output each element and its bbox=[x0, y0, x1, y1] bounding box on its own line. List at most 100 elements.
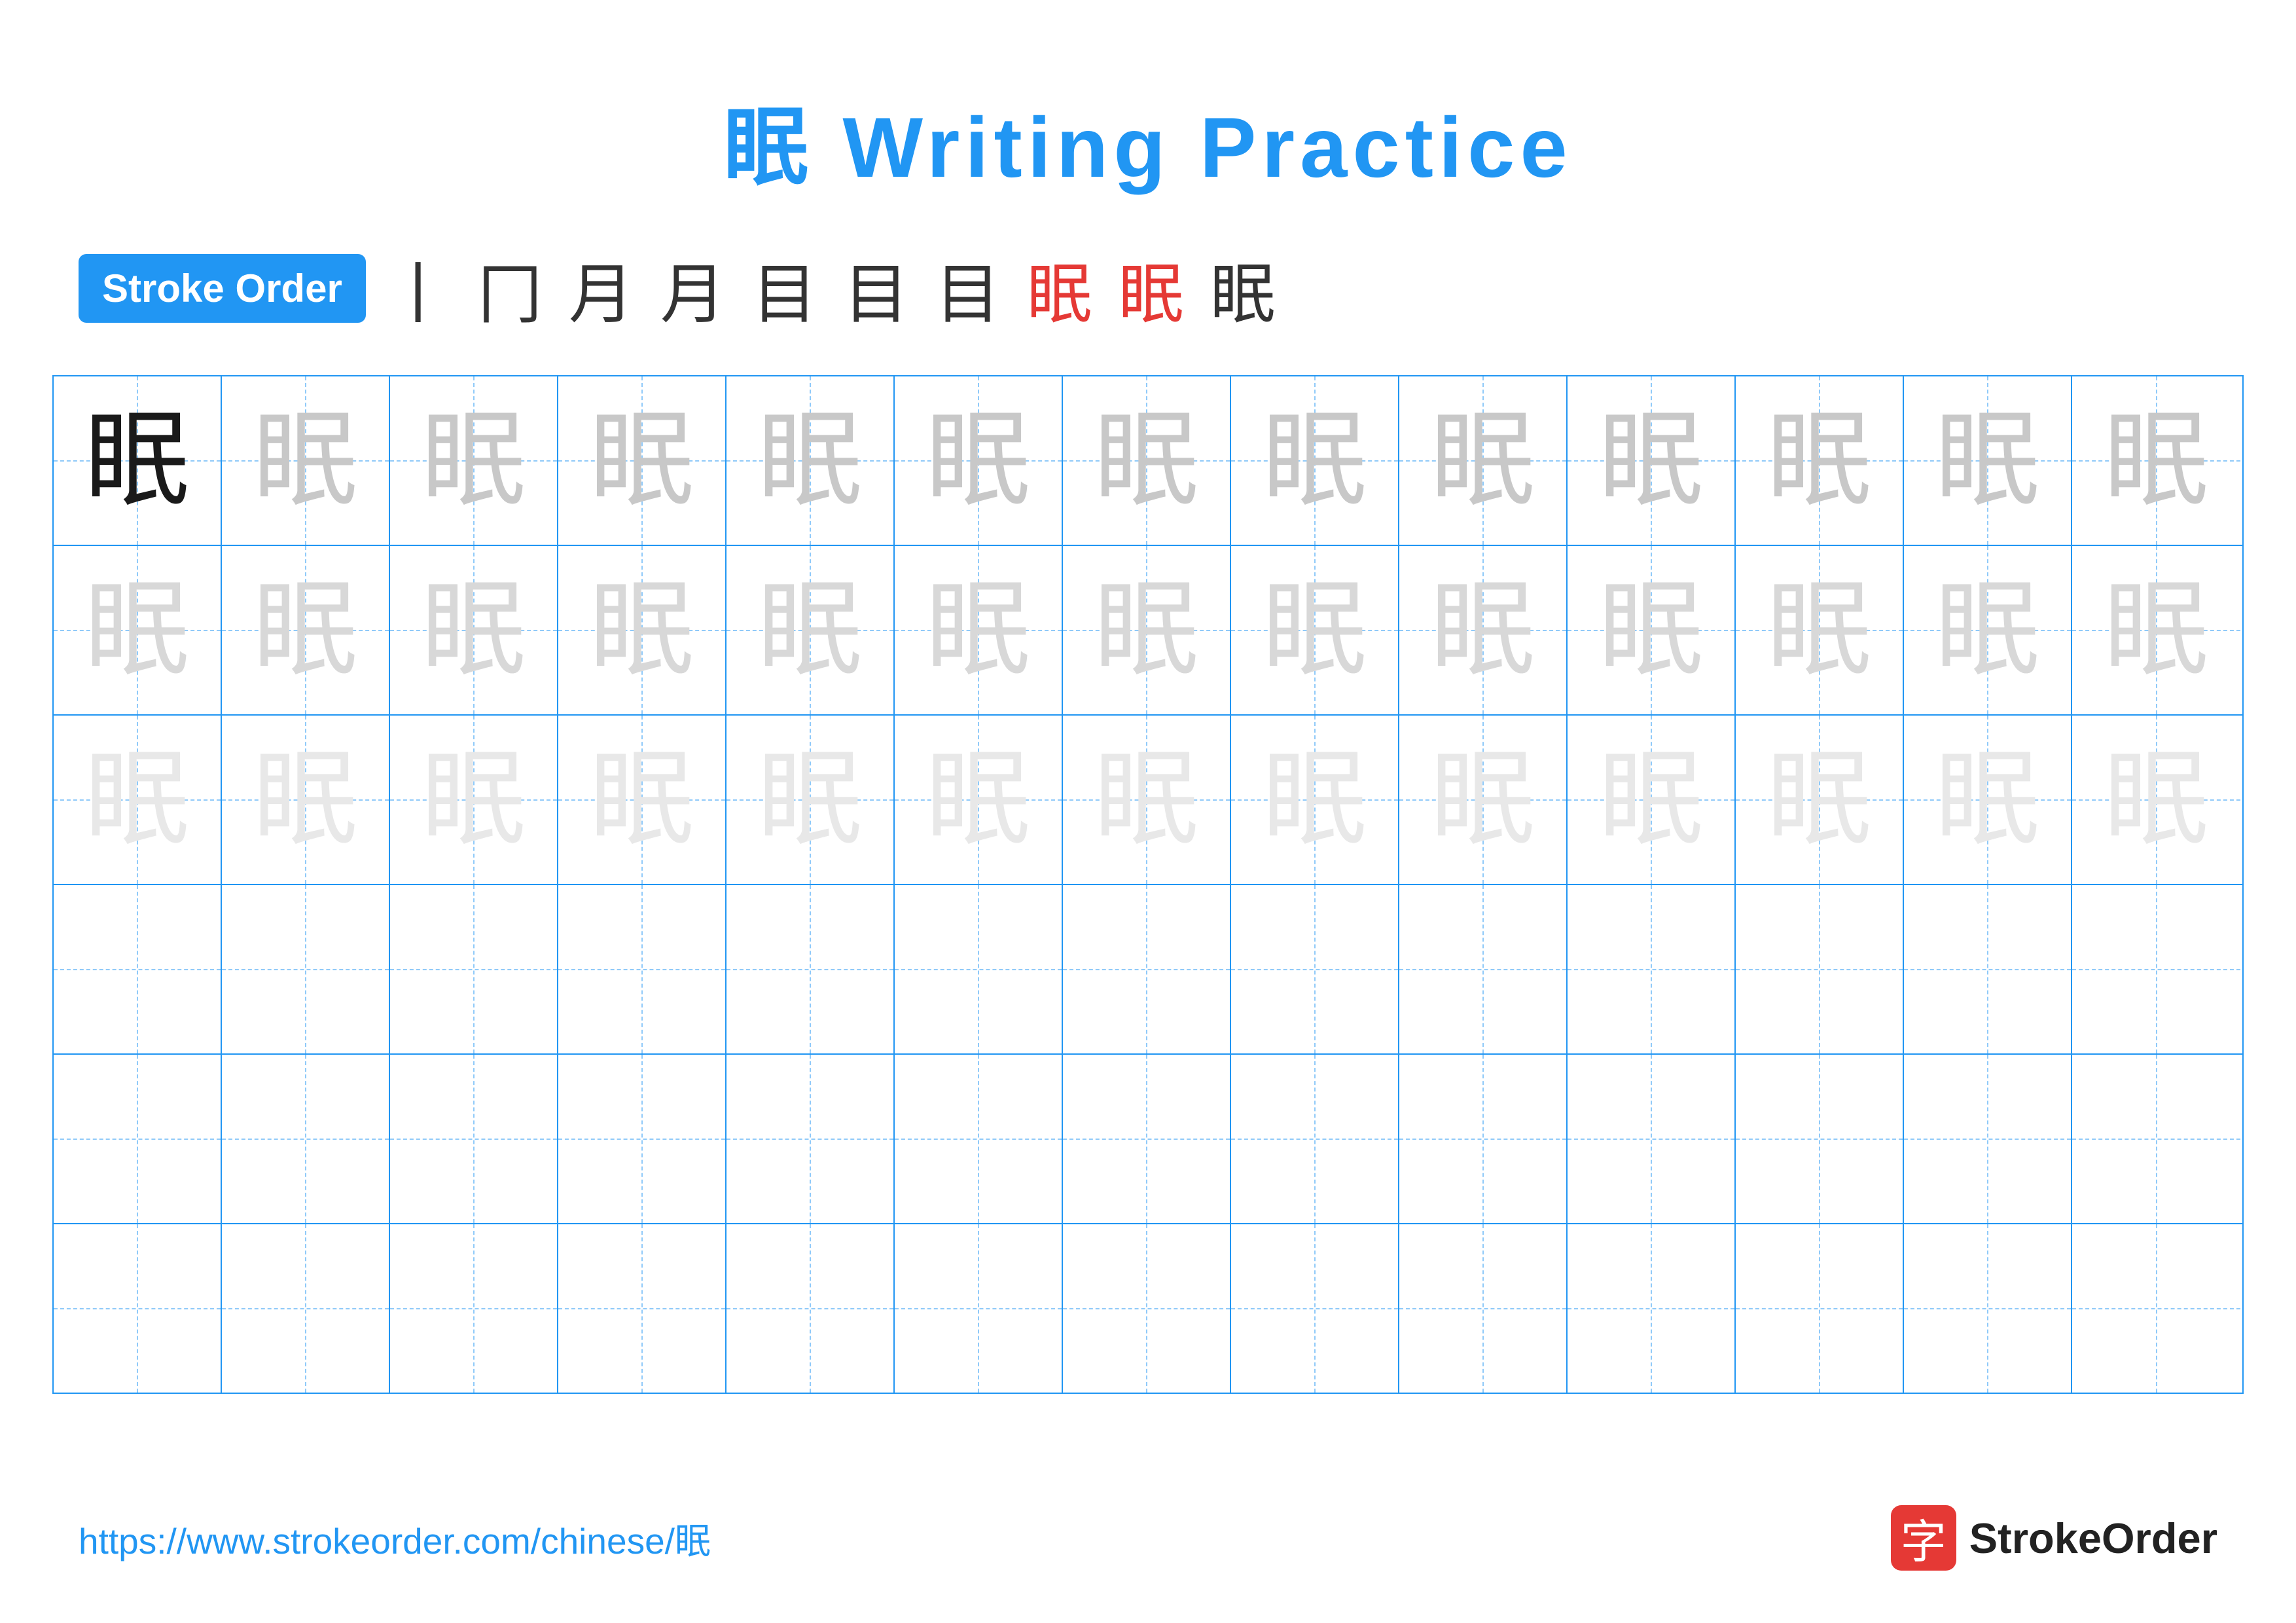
grid-cell-r3c12: 眠 bbox=[1904, 716, 2072, 884]
grid-cell-r5c7[interactable] bbox=[1063, 1055, 1231, 1223]
grid-cell-r6c3[interactable] bbox=[390, 1224, 558, 1393]
footer-brand: 字 StrokeOrder bbox=[1891, 1505, 2217, 1571]
grid-cell-r6c6[interactable] bbox=[895, 1224, 1063, 1393]
stroke-6: 目 bbox=[844, 241, 909, 336]
grid-cell-r4c5[interactable] bbox=[726, 885, 895, 1053]
grid-cell-r1c7: 眠 bbox=[1063, 376, 1231, 545]
grid-cell-r2c8: 眠 bbox=[1231, 546, 1399, 714]
grid-row-2: 眠 眠 眠 眠 眠 眠 眠 眠 眠 眠 眠 眠 眠 bbox=[54, 546, 2242, 716]
grid-cell-r6c10[interactable] bbox=[1568, 1224, 1736, 1393]
grid-cell-r6c13[interactable] bbox=[2072, 1224, 2240, 1393]
grid-cell-r5c10[interactable] bbox=[1568, 1055, 1736, 1223]
grid-cell-r3c4: 眠 bbox=[558, 716, 726, 884]
stroke-10: 眠 bbox=[1210, 241, 1276, 336]
grid-cell-r5c8[interactable] bbox=[1231, 1055, 1399, 1223]
grid-cell-r5c9[interactable] bbox=[1399, 1055, 1568, 1223]
footer-url: https://www.strokeorder.com/chinese/眠 bbox=[79, 1512, 711, 1564]
brand-name: StrokeOrder bbox=[1969, 1514, 2217, 1563]
grid-cell-r6c5[interactable] bbox=[726, 1224, 895, 1393]
grid-cell-r5c11[interactable] bbox=[1736, 1055, 1904, 1223]
grid-cell-r3c7: 眠 bbox=[1063, 716, 1231, 884]
grid-cell-r1c8: 眠 bbox=[1231, 376, 1399, 545]
grid-cell-r4c2[interactable] bbox=[222, 885, 390, 1053]
brand-icon: 字 bbox=[1891, 1505, 1956, 1571]
grid-cell-r4c4[interactable] bbox=[558, 885, 726, 1053]
grid-cell-r2c11: 眠 bbox=[1736, 546, 1904, 714]
grid-cell-r5c6[interactable] bbox=[895, 1055, 1063, 1223]
grid-cell-r1c4: 眠 bbox=[558, 376, 726, 545]
grid-cell-r4c3[interactable] bbox=[390, 885, 558, 1053]
footer: https://www.strokeorder.com/chinese/眠 字 … bbox=[0, 1505, 2296, 1571]
grid-cell-r6c2[interactable] bbox=[222, 1224, 390, 1393]
grid-cell-r5c4[interactable] bbox=[558, 1055, 726, 1223]
grid-cell-r2c1: 眠 bbox=[54, 546, 222, 714]
grid-cell-r2c4: 眠 bbox=[558, 546, 726, 714]
grid-cell-r2c6: 眠 bbox=[895, 546, 1063, 714]
grid-cell-r3c1: 眠 bbox=[54, 716, 222, 884]
grid-cell-r4c11[interactable] bbox=[1736, 885, 1904, 1053]
grid-cell-r5c2[interactable] bbox=[222, 1055, 390, 1223]
grid-cell-r2c7: 眠 bbox=[1063, 546, 1231, 714]
grid-cell-r5c3[interactable] bbox=[390, 1055, 558, 1223]
grid-cell-r5c12[interactable] bbox=[1904, 1055, 2072, 1223]
grid-cell-r6c7[interactable] bbox=[1063, 1224, 1231, 1393]
grid-cell-r1c10: 眠 bbox=[1568, 376, 1736, 545]
grid-cell-r4c10[interactable] bbox=[1568, 885, 1736, 1053]
stroke-sequence: 丨 冂 月 月 目 目 目 眠 眠 眠 bbox=[386, 241, 1276, 336]
grid-cell-r3c13: 眠 bbox=[2072, 716, 2240, 884]
grid-cell-r2c10: 眠 bbox=[1568, 546, 1736, 714]
stroke-2: 冂 bbox=[477, 241, 543, 336]
page-title: 眠 Writing Practice bbox=[0, 0, 2296, 202]
grid-cell-r2c2: 眠 bbox=[222, 546, 390, 714]
grid-cell-r1c12: 眠 bbox=[1904, 376, 2072, 545]
grid-cell-r6c1[interactable] bbox=[54, 1224, 222, 1393]
grid-row-3: 眠 眠 眠 眠 眠 眠 眠 眠 眠 眠 眠 眠 眠 bbox=[54, 716, 2242, 885]
stroke-1: 丨 bbox=[386, 241, 451, 336]
grid-row-5 bbox=[54, 1055, 2242, 1224]
grid-cell-r6c4[interactable] bbox=[558, 1224, 726, 1393]
grid-cell-r4c6[interactable] bbox=[895, 885, 1063, 1053]
grid-cell-r6c11[interactable] bbox=[1736, 1224, 1904, 1393]
grid-cell-r3c10: 眠 bbox=[1568, 716, 1736, 884]
grid-cell-r3c3: 眠 bbox=[390, 716, 558, 884]
stroke-5: 目 bbox=[752, 241, 817, 336]
stroke-order-section: Stroke Order 丨 冂 月 月 目 目 目 眠 眠 眠 bbox=[0, 202, 2296, 362]
grid-cell-r1c6: 眠 bbox=[895, 376, 1063, 545]
grid-row-6 bbox=[54, 1224, 2242, 1393]
grid-cell-r5c1[interactable] bbox=[54, 1055, 222, 1223]
grid-cell-r3c11: 眠 bbox=[1736, 716, 1904, 884]
grid-cell-r5c5[interactable] bbox=[726, 1055, 895, 1223]
grid-cell-r6c8[interactable] bbox=[1231, 1224, 1399, 1393]
grid-cell-r2c13: 眠 bbox=[2072, 546, 2240, 714]
grid-cell-r3c8: 眠 bbox=[1231, 716, 1399, 884]
grid-cell-r4c9[interactable] bbox=[1399, 885, 1568, 1053]
grid-cell-r2c5: 眠 bbox=[726, 546, 895, 714]
grid-cell-r5c13[interactable] bbox=[2072, 1055, 2240, 1223]
grid-cell-r1c2: 眠 bbox=[222, 376, 390, 545]
grid-cell-r6c12[interactable] bbox=[1904, 1224, 2072, 1393]
grid-cell-r1c5: 眠 bbox=[726, 376, 895, 545]
grid-cell-r2c3: 眠 bbox=[390, 546, 558, 714]
grid-cell-r1c3: 眠 bbox=[390, 376, 558, 545]
stroke-3: 月 bbox=[569, 241, 634, 336]
grid-cell-r3c6: 眠 bbox=[895, 716, 1063, 884]
grid-row-1: 眠 眠 眠 眠 眠 眠 眠 眠 眠 眠 眠 眠 眠 bbox=[54, 376, 2242, 546]
grid-cell-r4c1[interactable] bbox=[54, 885, 222, 1053]
grid-cell-r2c12: 眠 bbox=[1904, 546, 2072, 714]
grid-cell-r3c2: 眠 bbox=[222, 716, 390, 884]
grid-cell-r6c9[interactable] bbox=[1399, 1224, 1568, 1393]
grid-cell-r3c9: 眠 bbox=[1399, 716, 1568, 884]
grid-cell-r4c7[interactable] bbox=[1063, 885, 1231, 1053]
grid-cell-r1c1: 眠 bbox=[54, 376, 222, 545]
practice-grid: 眠 眠 眠 眠 眠 眠 眠 眠 眠 眠 眠 眠 眠 眠 眠 眠 眠 眠 眠 眠 … bbox=[52, 375, 2244, 1394]
grid-cell-r4c8[interactable] bbox=[1231, 885, 1399, 1053]
grid-cell-r4c12[interactable] bbox=[1904, 885, 2072, 1053]
grid-cell-r2c9: 眠 bbox=[1399, 546, 1568, 714]
stroke-9: 眠 bbox=[1119, 241, 1184, 336]
grid-cell-r3c5: 眠 bbox=[726, 716, 895, 884]
grid-cell-r1c13: 眠 bbox=[2072, 376, 2240, 545]
grid-cell-r1c9: 眠 bbox=[1399, 376, 1568, 545]
grid-cell-r4c13[interactable] bbox=[2072, 885, 2240, 1053]
stroke-7: 目 bbox=[935, 241, 1001, 336]
stroke-order-badge: Stroke Order bbox=[79, 254, 366, 323]
